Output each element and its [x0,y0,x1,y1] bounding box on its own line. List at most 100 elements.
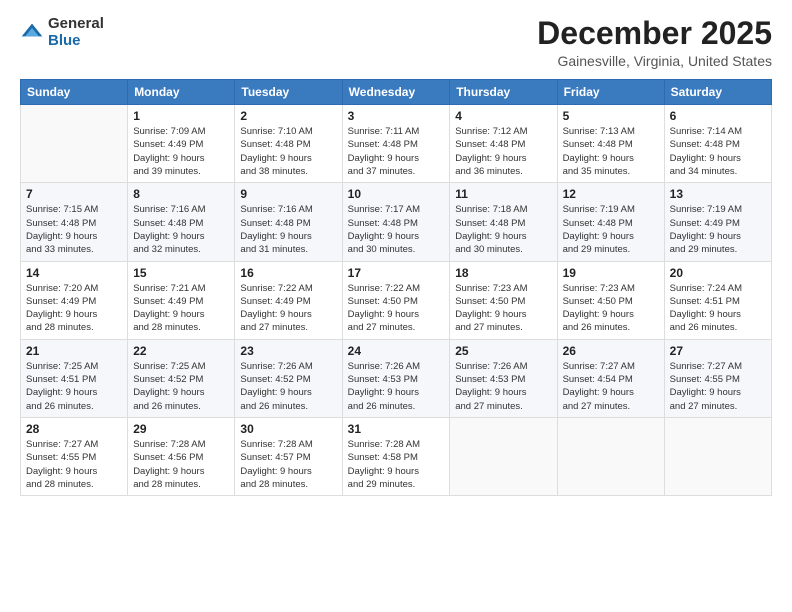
calendar-cell: 16 Sunrise: 7:22 AMSunset: 4:49 PMDayligh… [235,261,342,339]
day-number: 29 [133,422,229,436]
header-cell-thursday: Thursday [450,80,557,105]
calendar-cell: 20 Sunrise: 7:24 AMSunset: 4:51 PMDayligh… [664,261,771,339]
day-number: 6 [670,109,766,123]
day-info: Sunrise: 7:18 AMSunset: 4:48 PMDaylight:… [455,203,551,256]
logo-general: General [48,16,104,33]
day-info: Sunrise: 7:23 AMSunset: 4:50 PMDaylight:… [455,282,551,335]
header-cell-friday: Friday [557,80,664,105]
day-info: Sunrise: 7:10 AMSunset: 4:48 PMDaylight:… [240,125,336,178]
day-number: 10 [348,187,445,201]
day-number: 5 [563,109,659,123]
day-info: Sunrise: 7:27 AMSunset: 4:55 PMDaylight:… [26,438,122,491]
day-info: Sunrise: 7:19 AMSunset: 4:49 PMDaylight:… [670,203,766,256]
day-number: 20 [670,266,766,280]
calendar-cell: 25 Sunrise: 7:26 AMSunset: 4:53 PMDayligh… [450,339,557,417]
calendar-cell: 12Sunrise: 7:19 AMSunset: 4:48 PMDayligh… [557,183,664,261]
day-number: 15 [133,266,229,280]
day-number: 22 [133,344,229,358]
calendar-cell: 26 Sunrise: 7:27 AMSunset: 4:54 PMDayligh… [557,339,664,417]
calendar-cell: 2Sunrise: 7:10 AMSunset: 4:48 PMDaylight… [235,105,342,183]
calendar-cell [557,417,664,495]
week-row-3: 14Sunrise: 7:20 AMSunset: 4:49 PMDayligh… [21,261,772,339]
week-row-2: 7 Sunrise: 7:15 AMSunset: 4:48 PMDaylight… [21,183,772,261]
day-info: Sunrise: 7:24 AMSunset: 4:51 PMDaylight:… [670,282,766,335]
calendar-cell: 7 Sunrise: 7:15 AMSunset: 4:48 PMDaylight… [21,183,128,261]
day-number: 31 [348,422,445,436]
day-info: Sunrise: 7:12 AMSunset: 4:48 PMDaylight:… [455,125,551,178]
header-row: SundayMondayTuesdayWednesdayThursdayFrid… [21,80,772,105]
day-info: Sunrise: 7:28 AMSunset: 4:56 PMDaylight:… [133,438,229,491]
day-info: Sunrise: 7:26 AMSunset: 4:52 PMDaylight:… [240,360,336,413]
day-number: 8 [133,187,229,201]
day-number: 27 [670,344,766,358]
calendar-cell: 19Sunrise: 7:23 AMSunset: 4:50 PMDayligh… [557,261,664,339]
day-number: 26 [563,344,659,358]
logo-icon [20,21,44,45]
day-number: 4 [455,109,551,123]
calendar-cell: 9 Sunrise: 7:16 AMSunset: 4:48 PMDaylight… [235,183,342,261]
calendar-cell: 1 Sunrise: 7:09 AMSunset: 4:49 PMDaylight… [128,105,235,183]
calendar-cell: 6 Sunrise: 7:14 AMSunset: 4:48 PMDaylight… [664,105,771,183]
day-number: 1 [133,109,229,123]
calendar-cell: 14Sunrise: 7:20 AMSunset: 4:49 PMDayligh… [21,261,128,339]
calendar-cell: 11Sunrise: 7:18 AMSunset: 4:48 PMDayligh… [450,183,557,261]
calendar-cell: 5 Sunrise: 7:13 AMSunset: 4:48 PMDaylight… [557,105,664,183]
day-info: Sunrise: 7:16 AMSunset: 4:48 PMDaylight:… [133,203,229,256]
calendar-cell [450,417,557,495]
calendar-header: SundayMondayTuesdayWednesdayThursdayFrid… [21,80,772,105]
day-number: 7 [26,187,122,201]
day-number: 25 [455,344,551,358]
calendar-table: SundayMondayTuesdayWednesdayThursdayFrid… [20,79,772,496]
day-info: Sunrise: 7:19 AMSunset: 4:48 PMDaylight:… [563,203,659,256]
day-info: Sunrise: 7:25 AMSunset: 4:52 PMDaylight:… [133,360,229,413]
logo-text: General Blue [48,16,104,49]
calendar-cell: 30Sunrise: 7:28 AMSunset: 4:57 PMDayligh… [235,417,342,495]
header-cell-tuesday: Tuesday [235,80,342,105]
day-info: Sunrise: 7:21 AMSunset: 4:49 PMDaylight:… [133,282,229,335]
day-info: Sunrise: 7:28 AMSunset: 4:58 PMDaylight:… [348,438,445,491]
header-cell-monday: Monday [128,80,235,105]
day-info: Sunrise: 7:27 AMSunset: 4:54 PMDaylight:… [563,360,659,413]
day-info: Sunrise: 7:26 AMSunset: 4:53 PMDaylight:… [455,360,551,413]
calendar-cell [664,417,771,495]
calendar-cell: 22 Sunrise: 7:25 AMSunset: 4:52 PMDayligh… [128,339,235,417]
day-number: 13 [670,187,766,201]
day-info: Sunrise: 7:15 AMSunset: 4:48 PMDaylight:… [26,203,122,256]
calendar-cell: 29 Sunrise: 7:28 AMSunset: 4:56 PMDayligh… [128,417,235,495]
day-info: Sunrise: 7:26 AMSunset: 4:53 PMDaylight:… [348,360,445,413]
calendar-cell: 23Sunrise: 7:26 AMSunset: 4:52 PMDayligh… [235,339,342,417]
day-number: 28 [26,422,122,436]
day-number: 17 [348,266,445,280]
day-info: Sunrise: 7:11 AMSunset: 4:48 PMDaylight:… [348,125,445,178]
header-cell-wednesday: Wednesday [342,80,450,105]
header: General Blue December 2025 Gainesville, … [20,16,772,69]
header-cell-saturday: Saturday [664,80,771,105]
day-info: Sunrise: 7:16 AMSunset: 4:48 PMDaylight:… [240,203,336,256]
calendar-cell: 31 Sunrise: 7:28 AMSunset: 4:58 PMDayligh… [342,417,450,495]
day-info: Sunrise: 7:14 AMSunset: 4:48 PMDaylight:… [670,125,766,178]
calendar-cell: 27 Sunrise: 7:27 AMSunset: 4:55 PMDayligh… [664,339,771,417]
calendar-cell: 24 Sunrise: 7:26 AMSunset: 4:53 PMDayligh… [342,339,450,417]
week-row-4: 21 Sunrise: 7:25 AMSunset: 4:51 PMDayligh… [21,339,772,417]
day-number: 16 [240,266,336,280]
day-number: 21 [26,344,122,358]
day-info: Sunrise: 7:23 AMSunset: 4:50 PMDaylight:… [563,282,659,335]
page: General Blue December 2025 Gainesville, … [0,0,792,612]
day-number: 18 [455,266,551,280]
calendar-cell: 4 Sunrise: 7:12 AMSunset: 4:48 PMDaylight… [450,105,557,183]
day-info: Sunrise: 7:22 AMSunset: 4:50 PMDaylight:… [348,282,445,335]
calendar-cell: 3Sunrise: 7:11 AMSunset: 4:48 PMDaylight… [342,105,450,183]
day-info: Sunrise: 7:22 AMSunset: 4:49 PMDaylight:… [240,282,336,335]
day-number: 24 [348,344,445,358]
header-cell-sunday: Sunday [21,80,128,105]
day-info: Sunrise: 7:27 AMSunset: 4:55 PMDaylight:… [670,360,766,413]
day-info: Sunrise: 7:28 AMSunset: 4:57 PMDaylight:… [240,438,336,491]
logo-blue: Blue [48,33,104,50]
subtitle: Gainesville, Virginia, United States [537,53,772,69]
day-number: 9 [240,187,336,201]
calendar-cell: 28 Sunrise: 7:27 AMSunset: 4:55 PMDayligh… [21,417,128,495]
day-info: Sunrise: 7:25 AMSunset: 4:51 PMDaylight:… [26,360,122,413]
day-info: Sunrise: 7:09 AMSunset: 4:49 PMDaylight:… [133,125,229,178]
day-info: Sunrise: 7:13 AMSunset: 4:48 PMDaylight:… [563,125,659,178]
calendar-cell: 18 Sunrise: 7:23 AMSunset: 4:50 PMDayligh… [450,261,557,339]
